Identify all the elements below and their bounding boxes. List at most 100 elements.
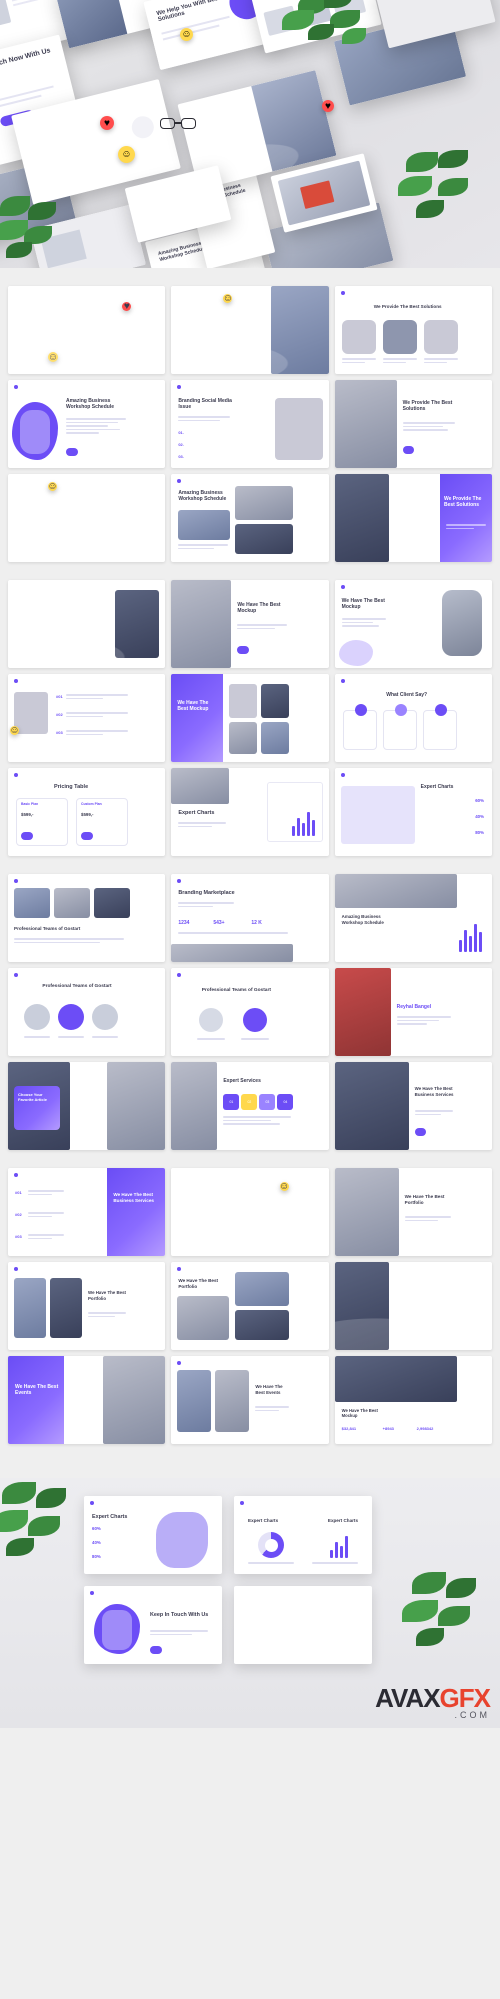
avatar-3 [92, 1004, 118, 1030]
purple-panel [107, 1168, 166, 1256]
plan-price-2: $599,- [81, 812, 94, 817]
photo-3 [229, 722, 258, 754]
photo [115, 590, 160, 658]
slide-dual-charts[interactable]: Expert Charts Expert Charts [234, 1496, 372, 1574]
brand-dot-icon-2 [186, 107, 193, 114]
slide-title: Keep In Touch With Us [150, 1612, 209, 1618]
slide-workshop-photos[interactable]: Amazing Business Workshop Schedule [171, 474, 329, 562]
photo [171, 1062, 218, 1150]
chart-value-2: 40% [92, 1540, 101, 1545]
slide-break[interactable]: Break 30 Min. November 4, 2021 ☺ [171, 1168, 329, 1256]
slide-expert-charts-map[interactable]: Expert Charts 60% 40% 80% [334, 768, 492, 856]
cta-button[interactable] [178, 354, 191, 362]
slide-logo [177, 1361, 182, 1365]
slide-logo [177, 879, 182, 883]
slide-logo [14, 773, 18, 777]
preview-page: We Help You With Best Solutions We Provi… [0, 0, 500, 1999]
slide-title: Amazing Business Workshop Schedule [178, 490, 227, 503]
cta-button[interactable] [16, 546, 28, 554]
slide-business-services[interactable]: #01 #02 #03 We Have The Best Business Se… [8, 1168, 166, 1256]
slide-watch-mockup[interactable]: We Have The Best Mockup [171, 580, 329, 668]
cta-button[interactable] [66, 448, 78, 456]
photo [334, 968, 391, 1056]
smiley-icon: ☺ [279, 1181, 290, 1192]
robot-icon [125, 316, 160, 372]
slide-logo [14, 879, 18, 883]
photo-3 [235, 524, 294, 554]
slide-cta-dark[interactable]: Get Your The Best Reach Now With Us [8, 580, 166, 668]
slide-mockup-stats[interactable]: We Have The Best Mockup $32,841 +8943 2,… [334, 1356, 492, 1444]
photo-1 [177, 1370, 212, 1432]
chart-value-3: 80% [475, 830, 484, 835]
slide-provide-photo[interactable]: We Provide The Best Solutions [334, 380, 492, 468]
slide-logo [240, 1591, 244, 1595]
photo [171, 768, 230, 804]
slide-team-circles[interactable]: Professional Teams of Gostart [8, 968, 166, 1056]
photo [171, 580, 232, 668]
slide-portfolio-2[interactable]: We Have The Best Portfolio [8, 1262, 166, 1350]
slide-title: Branding Marketplace [178, 890, 235, 896]
slide-cover[interactable]: GOSTART GOSTART New Startup Business ♥ ☺ [8, 286, 166, 374]
buy-button-1[interactable] [21, 832, 33, 840]
slide-profile[interactable]: Reyhal Bangel [334, 968, 492, 1056]
slide-map-chart[interactable]: Expert Charts 60% 40% 80% [84, 1496, 222, 1574]
slide-subtitle: November 4, 2021 [182, 1216, 211, 1220]
slide-vertical-cta[interactable]: Get Your The Best Reach Now With Us [334, 1262, 492, 1350]
slide-branding-social[interactable]: Branding Social Media Issue 01. 02. 03. [171, 380, 329, 468]
slide-title: We Have The Best Mockup [341, 1408, 378, 1419]
slide-events[interactable]: We Have The Best Events [8, 1356, 166, 1444]
slide-testimonials[interactable]: What Client Say? [334, 674, 492, 762]
cta-button[interactable] [237, 646, 249, 654]
glasses-icon [160, 118, 196, 132]
slide-subtitle: Join with us now [246, 1610, 273, 1614]
slide-logo [90, 1501, 94, 1505]
slide-phone-grid[interactable]: We Have The Best Mockup [171, 674, 329, 762]
slide-article-photo[interactable]: Choose Your Favorite Article [8, 1062, 166, 1150]
service-label-2: #02 [15, 1212, 22, 1217]
slide-cta-reach[interactable]: Get Your The Best Reach Now With Us ☺ [8, 474, 166, 562]
slide-expert-services[interactable]: Expert Services 01 02 03 04 [171, 1062, 329, 1150]
slide-portfolio-3[interactable]: We Have The Best Portfolio [171, 1262, 329, 1350]
photo-2 [107, 1062, 166, 1150]
slide-device-mockup[interactable]: We Have The Best Mockup [334, 580, 492, 668]
slide-workshop-schedule[interactable]: Amazing Business Workshop Schedule [8, 380, 166, 468]
slide-logo [340, 291, 345, 295]
cta-button[interactable] [402, 446, 415, 454]
slide-events-2[interactable]: We Have The Best Events [171, 1356, 329, 1444]
slide-title: We Have The Best Portfolio [178, 1278, 219, 1289]
slide-logo [177, 291, 182, 295]
slide-team-photos[interactable]: Professional Teams of Gostart [8, 874, 166, 962]
slide-title: We Provide The Best Solutions [402, 400, 453, 413]
slide-branding-stats[interactable]: Branding Marketplace 1234 543+ 12 K [171, 874, 329, 962]
slide-thanks[interactable]: Join with us now Thank You [234, 1586, 372, 1664]
slide-split-purple[interactable]: We Provide The Best Solutions [334, 474, 492, 562]
slide-provide-solutions[interactable]: We Provide The Best Solutions [334, 286, 492, 374]
photo-2 [50, 1278, 82, 1338]
slide-logo [340, 773, 345, 777]
slide-favorite-article[interactable]: #01 #02 #03 ☺ [8, 674, 166, 762]
slide-title: We Have The Best Business Services [414, 1086, 454, 1097]
slide-title: We Have The Best Events [255, 1384, 283, 1395]
robot-icon [20, 410, 50, 454]
slide-expert-charts[interactable]: Expert Charts [171, 768, 329, 856]
buy-button-2[interactable] [81, 832, 93, 840]
slide-help-solutions[interactable]: We Help You With Best Solutions ☺ [171, 286, 329, 374]
slide-workshop-bars[interactable]: Amazing Business Workshop Schedule [334, 874, 492, 962]
footer-section: Expert Charts 60% 40% 80% Expert Charts … [0, 1478, 500, 1728]
slide-title: Professional Teams of Gostart [201, 988, 271, 993]
slide-contact[interactable]: Keep In Touch With Us [84, 1586, 222, 1664]
slide-services-dark[interactable]: We Have The Best Business Services [334, 1062, 492, 1150]
avatar-2 [394, 704, 407, 716]
avatar-3 [434, 704, 447, 716]
cta-button[interactable] [150, 1646, 162, 1654]
slide-team-list[interactable]: Professional Teams of Gostart [171, 968, 329, 1056]
cta-button[interactable] [414, 1128, 427, 1136]
slide-portfolio[interactable]: We Have The Best Portfolio [334, 1168, 492, 1256]
photo-1 [178, 510, 231, 540]
article-label-2: #02 [56, 712, 63, 717]
slide-pricing[interactable]: Pricing Table Basic Plan Custom Plan $59… [8, 768, 166, 856]
slide-logo [177, 385, 182, 389]
slide-logo [177, 479, 182, 483]
brand-dot-icon [22, 117, 30, 125]
photo-1 [14, 888, 50, 918]
